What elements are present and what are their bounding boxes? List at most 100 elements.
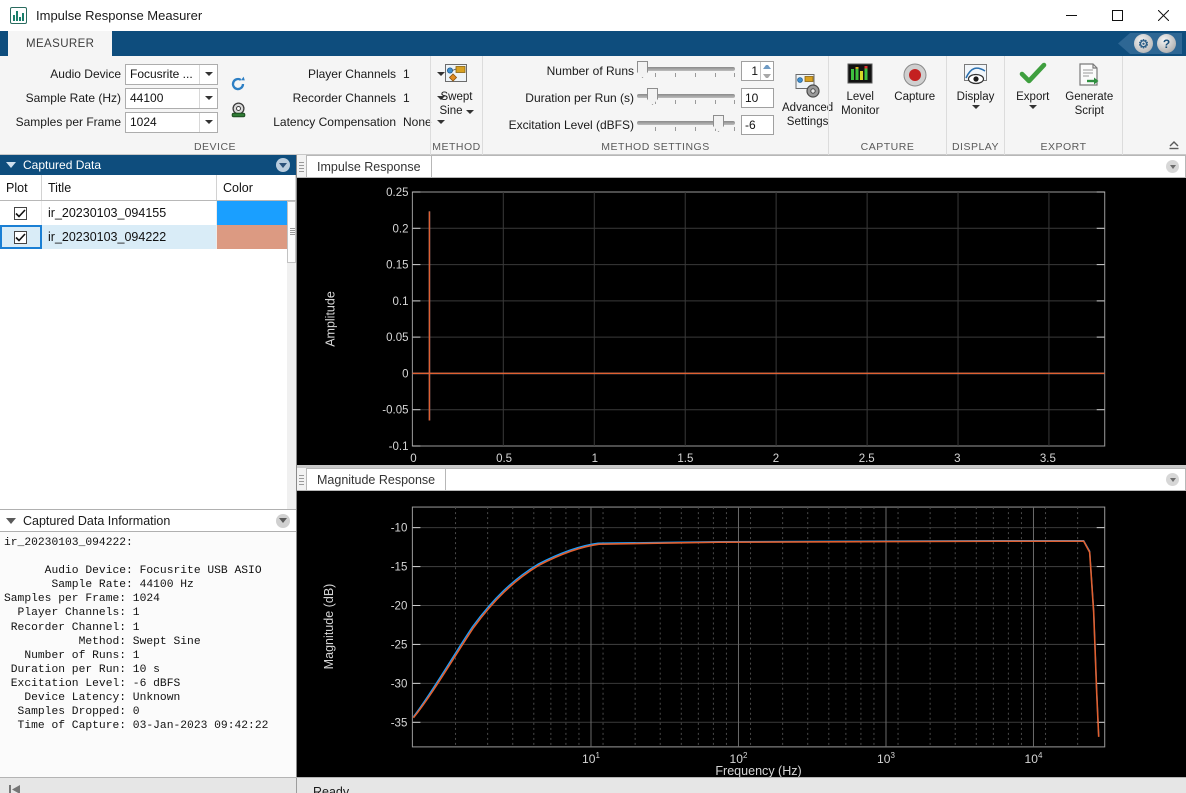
ribbon-group-method: Swept Sine METHOD [430,56,482,155]
advanced-settings-line1: Advanced [782,102,833,115]
pane-options-icon[interactable] [1166,473,1179,486]
tab-measurer[interactable]: MEASURER [8,31,112,56]
row-plot-cell[interactable] [0,201,42,225]
method-button-line1: Swept [441,91,473,104]
audio-device-select[interactable]: Focusrite ... [125,64,218,85]
panel-options-icon[interactable] [276,158,290,172]
chevron-down-icon[interactable] [972,105,980,109]
export-button[interactable]: Export [1007,56,1059,109]
minimize-button[interactable] [1048,0,1094,31]
svg-text:2.5: 2.5 [859,453,875,465]
display-icon [961,60,991,90]
sample-rate-select[interactable]: 44100 [125,88,218,109]
captured-data-table-header: Plot Title Color [0,175,296,201]
slider-handle[interactable] [637,61,648,78]
gear-icon[interactable]: ⚙ [1134,34,1153,53]
pane-options-icon[interactable] [1166,160,1179,173]
collapse-ribbon-icon[interactable] [1166,138,1182,152]
status-bar-left [0,778,297,793]
pane-grabber-icon[interactable] [297,469,306,490]
column-header-title: Title [42,175,217,200]
slider-handle[interactable] [647,88,658,105]
row-plot-cell[interactable] [0,225,42,249]
refresh-devices-icon[interactable] [227,73,249,95]
scrollbar-thumb[interactable] [287,201,296,263]
duration-per-run-slider[interactable] [637,87,735,109]
plot-checkbox[interactable] [14,231,27,244]
pane-grabber-icon[interactable] [297,156,306,177]
svg-text:3.5: 3.5 [1040,453,1056,465]
chevron-down-icon[interactable] [199,113,217,132]
excitation-level-slider[interactable] [637,114,735,136]
svg-text:3: 3 [954,453,960,465]
ribbon-tab-strip: MEASURER ⚙ ? [0,31,1186,56]
stepper-up-icon[interactable] [761,62,773,71]
export-label: Export [1016,91,1049,104]
level-monitor-button[interactable]: Level Monitor [833,56,888,118]
capture-label: Capture [894,91,935,104]
excitation-level-value: -6 [745,118,756,132]
svg-text:0.05: 0.05 [386,332,408,344]
number-of-runs-stepper[interactable] [760,62,773,80]
record-icon [900,60,930,90]
svg-text:-20: -20 [391,601,408,613]
captured-data-scrollbar[interactable] [287,201,296,509]
impulse-response-pane: Impulse Response [297,155,1186,465]
number-of-runs-row: Number of Runs 1 [489,59,774,83]
collapse-caret-icon[interactable] [6,518,16,524]
magnitude-response-tabbar-rest [446,468,1186,490]
excitation-level-input[interactable]: -6 [741,115,774,135]
stepper-down-icon[interactable] [761,71,773,80]
chevron-down-icon[interactable] [199,65,217,84]
capture-button[interactable]: Capture [888,56,943,104]
device-settings-icon[interactable] [227,99,249,121]
go-to-start-icon[interactable] [8,783,21,793]
maximize-button[interactable] [1094,0,1140,31]
help-icon[interactable]: ? [1157,34,1176,53]
tab-magnitude-response[interactable]: Magnitude Response [306,468,446,490]
number-of-runs-slider[interactable] [637,60,735,82]
panel-options-icon[interactable] [276,514,290,528]
advanced-settings-button[interactable]: Advanced Settings [782,67,833,129]
generate-script-button[interactable]: Generate Script [1059,56,1120,118]
chevron-down-icon[interactable] [1029,105,1037,109]
chevron-down-icon[interactable] [466,110,474,114]
svg-text:0.1: 0.1 [393,296,409,308]
plots-area: Impulse Response [297,155,1186,777]
device-group-label: DEVICE [0,140,430,155]
tab-impulse-response[interactable]: Impulse Response [306,155,432,177]
collapse-caret-icon[interactable] [6,162,16,168]
row-title-cell[interactable]: ir_20230103_094155 [42,201,217,225]
generate-script-line1: Generate [1065,91,1113,104]
captured-data-information-text: ir_20230103_094222: Audio Device: Focusr… [4,536,296,733]
svg-text:-25: -25 [391,639,408,651]
row-color-swatch[interactable] [217,225,296,249]
recorder-channels-value[interactable]: 1 [403,91,433,105]
duration-per-run-input[interactable]: 10 [741,88,774,108]
latency-compensation-row: Latency Compensation None [253,112,445,133]
table-row[interactable]: ir_20230103_094155 [0,201,296,225]
duration-per-run-label: Duration per Run (s) [489,91,637,105]
row-color-swatch[interactable] [217,201,296,225]
method-swept-sine-button[interactable]: Swept Sine [431,56,482,118]
advanced-settings-icon [793,71,823,101]
captured-data-table-body: ir_20230103_094155 ir_20230103_094222 [0,201,296,509]
chevron-down-icon[interactable] [199,89,217,108]
captured-data-panel-title: Captured Data [23,158,276,172]
sample-rate-value: 44100 [126,91,199,105]
table-row[interactable]: ir_20230103_094222 [0,225,296,249]
status-bar: Ready [0,777,1186,793]
recorder-channels-row: Recorder Channels 1 [253,88,445,109]
player-channels-value[interactable]: 1 [403,67,433,81]
display-button[interactable]: Display [948,56,1004,109]
advanced-settings-line2: Settings [787,116,829,129]
latency-compensation-value[interactable]: None [403,115,433,129]
row-title-cell[interactable]: ir_20230103_094222 [42,225,217,249]
samples-per-frame-select[interactable]: 1024 [125,112,218,133]
close-button[interactable] [1140,0,1186,31]
impulse-response-chart[interactable]: 0.25 0.2 0.15 0.1 0.05 0 -0.05 -0.1 0 0.… [297,178,1186,465]
svg-text:104: 104 [1025,751,1043,766]
plot-checkbox[interactable] [14,207,27,220]
number-of-runs-input[interactable]: 1 [741,61,774,81]
magnitude-response-chart[interactable]: -10 -15 -20 -25 -30 -35 101 102 103 104 … [297,491,1186,777]
